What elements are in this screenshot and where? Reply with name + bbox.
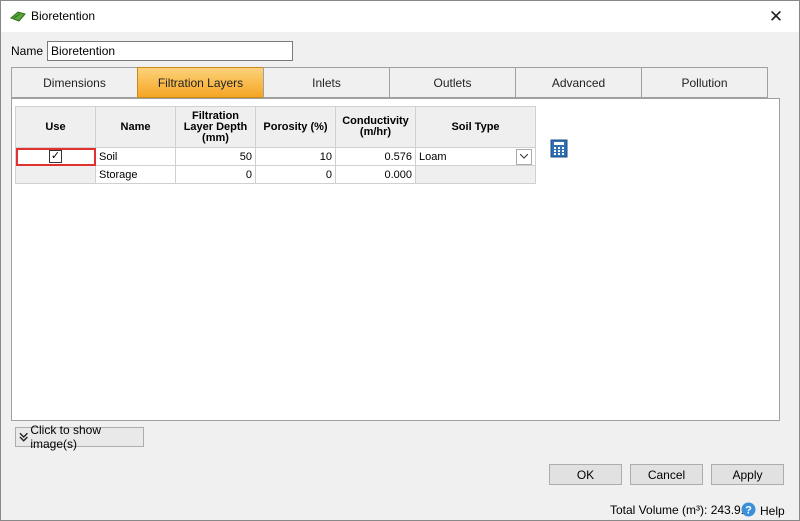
tab-inlets[interactable]: Inlets [263, 67, 389, 98]
tab-dimensions[interactable]: Dimensions [11, 67, 137, 98]
title-bar: Bioretention ✕ [1, 1, 799, 32]
tab-outlets[interactable]: Outlets [389, 67, 515, 98]
name-cell[interactable]: Storage [95, 165, 176, 184]
name-label: Name [11, 44, 44, 58]
double-chevron-down-icon [19, 432, 28, 442]
help-icon[interactable]: ? [741, 502, 756, 517]
column-header-conductivity[interactable]: Conductivity (m/hr) [335, 106, 416, 148]
filtration-layers-grid: Use Name Filtration Layer Depth (mm) Por… [15, 106, 536, 184]
porosity-cell[interactable]: 10 [255, 147, 336, 166]
table-row: ✓ Soil 50 10 0.576 Loam [15, 147, 536, 166]
close-icon: ✕ [768, 6, 784, 26]
column-header-name[interactable]: Name [95, 106, 176, 148]
total-volume-status: Total Volume (m³): 243.911 [610, 503, 754, 517]
ok-button[interactable]: OK [549, 464, 622, 485]
depth-cell[interactable]: 0 [175, 165, 256, 184]
filtration-layers-panel: Use Name Filtration Layer Depth (mm) Por… [11, 98, 780, 421]
tab-pollution[interactable]: Pollution [641, 67, 768, 98]
bioretention-app-icon [10, 11, 26, 22]
show-images-button[interactable]: Click to show image(s) [15, 423, 144, 451]
soil-type-cell[interactable]: Loam [415, 147, 536, 166]
soil-type-cell [415, 165, 536, 184]
window-title: Bioretention [31, 9, 96, 23]
column-header-depth[interactable]: Filtration Layer Depth (mm) [175, 106, 256, 148]
show-images-label: Click to show image(s) [30, 423, 102, 451]
column-header-porosity[interactable]: Porosity (%) [255, 106, 336, 148]
calculator-icon[interactable] [550, 139, 568, 158]
name-input[interactable] [47, 41, 293, 61]
conductivity-cell[interactable]: 0.000 [335, 165, 416, 184]
use-cell [15, 165, 96, 184]
use-checkbox[interactable]: ✓ [49, 150, 62, 163]
help-link[interactable]: Help [760, 504, 785, 518]
porosity-cell[interactable]: 0 [255, 165, 336, 184]
conductivity-cell[interactable]: 0.576 [335, 147, 416, 166]
svg-text:?: ? [745, 505, 752, 517]
table-row: Storage 0 0 0.000 [15, 165, 536, 184]
dialog-window: Bioretention ✕ Name Dimensions Filtratio… [0, 0, 800, 521]
chevron-down-icon[interactable] [516, 148, 532, 165]
tab-strip: Dimensions Filtration Layers Inlets Outl… [11, 67, 768, 98]
column-header-soil-type[interactable]: Soil Type [415, 106, 536, 148]
name-cell[interactable]: Soil [95, 147, 176, 166]
tab-advanced[interactable]: Advanced [515, 67, 641, 98]
use-cell[interactable]: ✓ [15, 147, 96, 166]
tab-filtration-layers[interactable]: Filtration Layers [137, 67, 263, 98]
close-button[interactable]: ✕ [753, 1, 799, 32]
soil-type-dropdown[interactable]: Loam [419, 148, 532, 165]
cancel-button[interactable]: Cancel [630, 464, 703, 485]
apply-button[interactable]: Apply [711, 464, 784, 485]
depth-cell[interactable]: 50 [175, 147, 256, 166]
column-header-use[interactable]: Use [15, 106, 96, 148]
soil-type-value: Loam [419, 150, 447, 163]
